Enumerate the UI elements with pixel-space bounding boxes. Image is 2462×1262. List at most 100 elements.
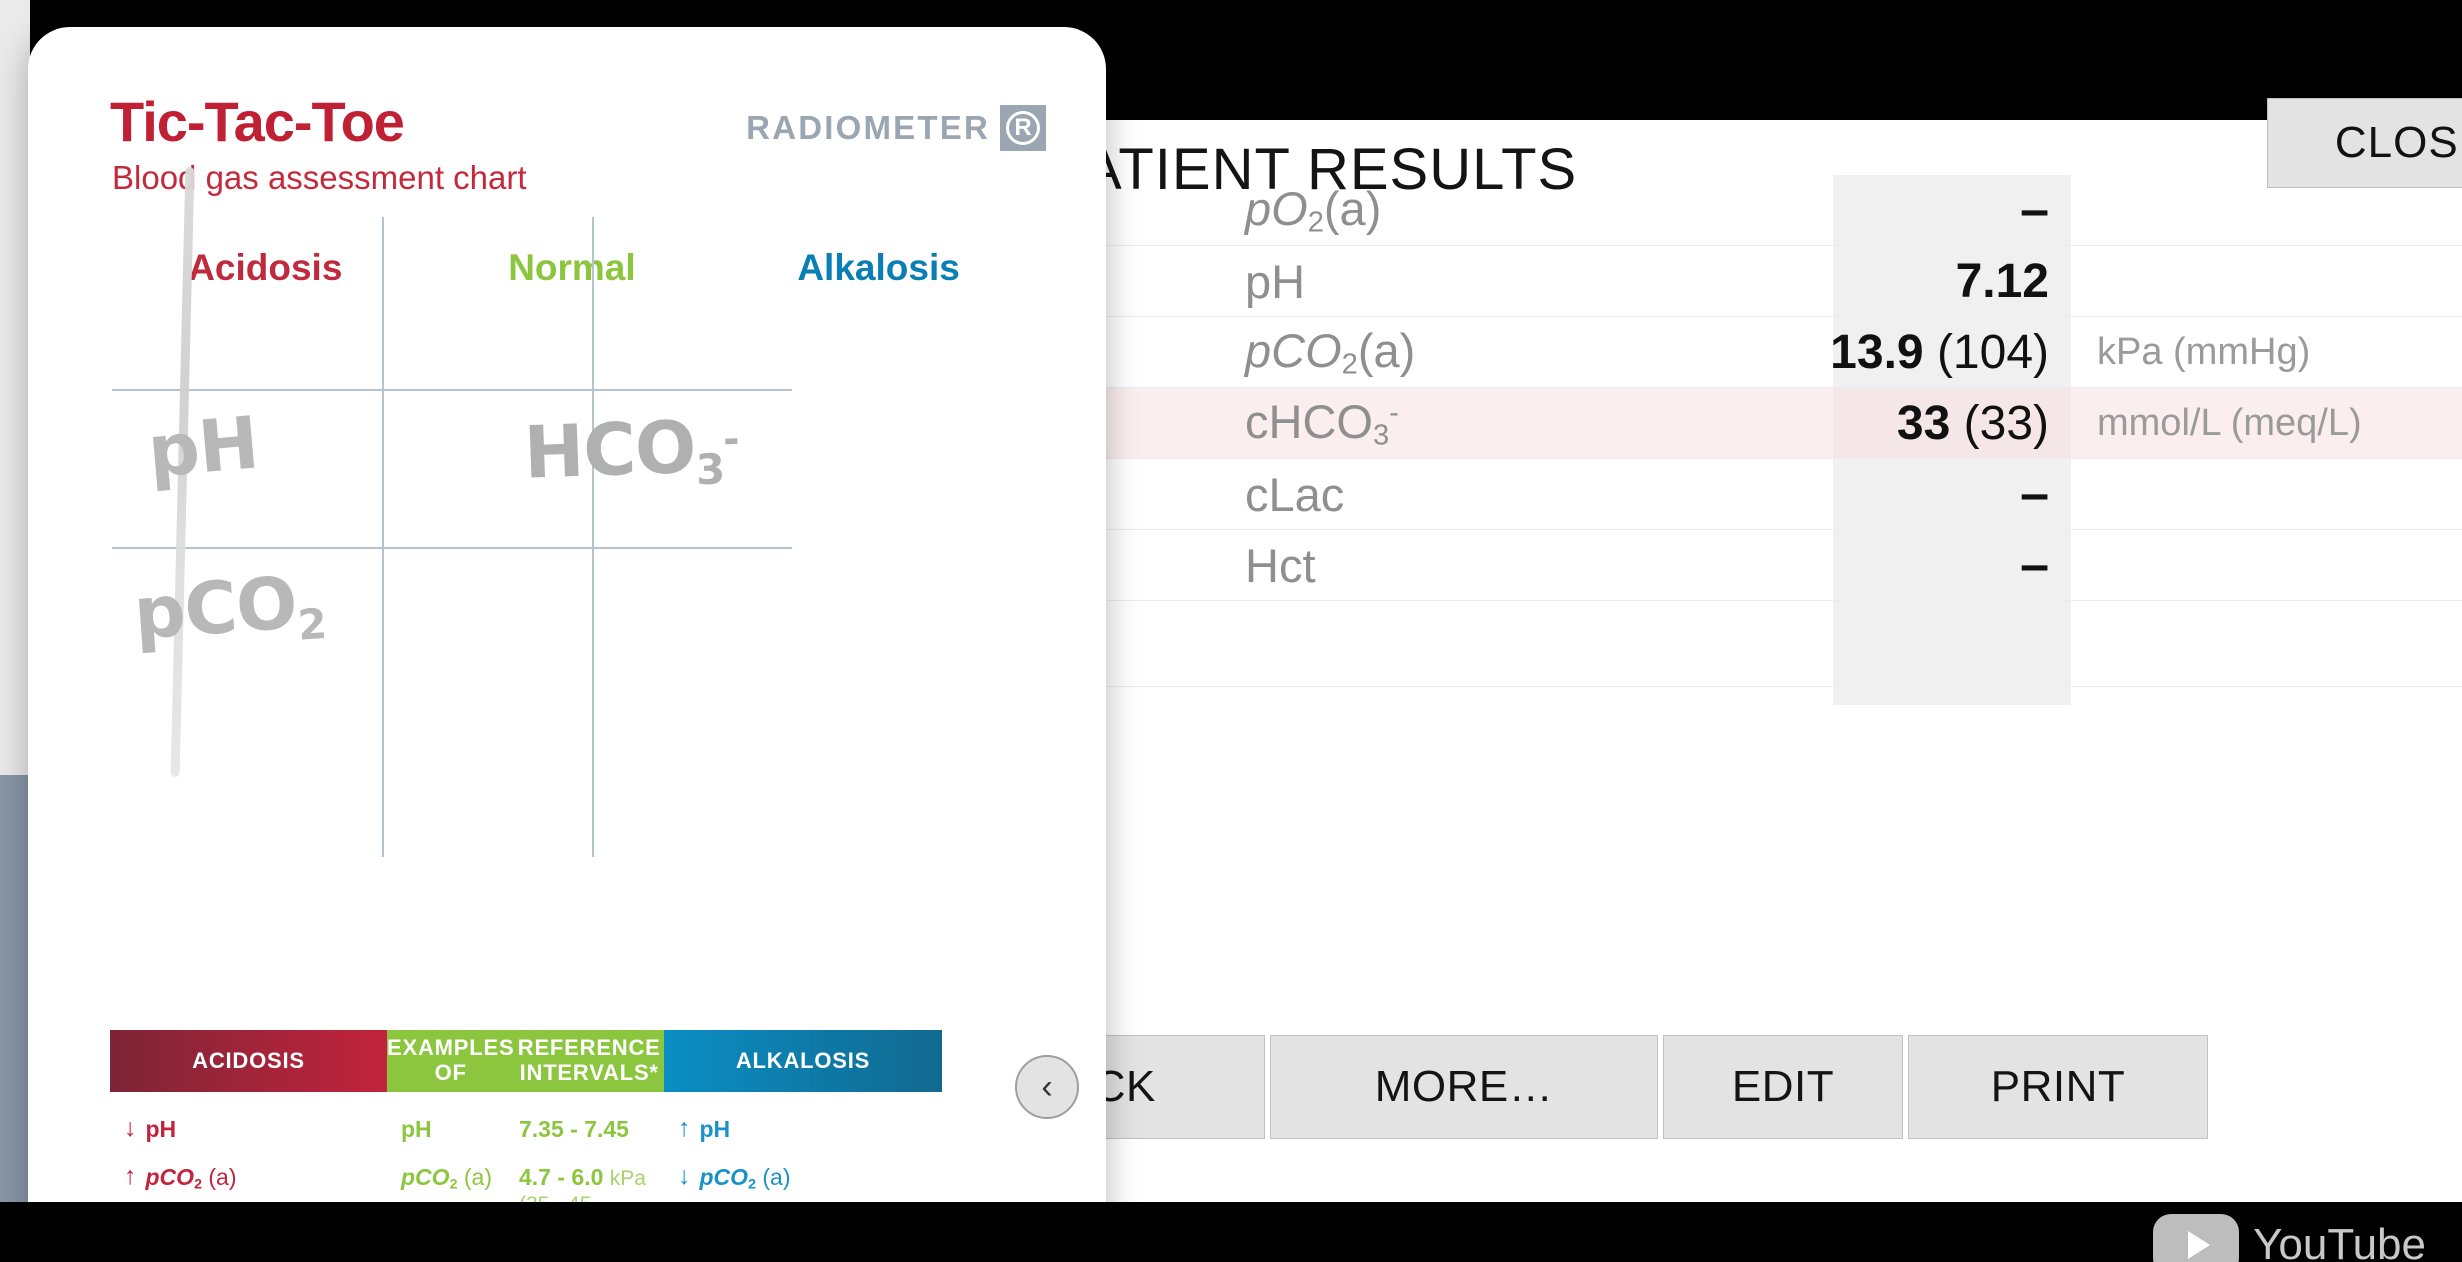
handwriting-hco3: HCO3- (523, 403, 741, 500)
row-label-clac: cLac (1245, 467, 1345, 521)
legend-reference-name: pCO2 (a) (401, 1164, 505, 1193)
row-label-ph: pH (1245, 254, 1306, 308)
legend-item-sub: 2 (748, 1176, 756, 1193)
row-value-pco2-main: 13.9 (1830, 325, 1924, 379)
screen-root: ATIENT RESULTS CLOSE pO2(a) – pH 7.12 pC… (0, 0, 2462, 1262)
legend-reference-name: pH (401, 1116, 432, 1142)
arrow-up-icon: ↑ (678, 1114, 691, 1142)
more-button[interactable]: MORE… (1270, 1035, 1658, 1139)
arrow-down-icon: ↓ (678, 1162, 691, 1190)
row-label-chco3-sup: - (1389, 396, 1399, 429)
legend-header-alkalosis: ALKALOSIS (664, 1030, 942, 1092)
row-value-chco3: 33 (33) (1833, 388, 2071, 458)
results-table: pO2(a) – pH 7.12 pCO2(a) 13.9 (104) kPa … (1103, 175, 2462, 705)
chevron-left-icon[interactable]: ‹ (1015, 1055, 1079, 1119)
row-label-po2-text: pO (1245, 181, 1308, 235)
grid-header-normal: Normal (508, 247, 636, 288)
arrow-down-icon: ↓ (124, 1114, 137, 1142)
registered-r-icon: R (1000, 105, 1046, 151)
arrow-up-icon: ↑ (124, 1162, 137, 1190)
legend-item-main: pCO (145, 1164, 195, 1190)
row-unit-chco3: mmol/L (meq/L) (2097, 401, 2362, 444)
registered-r-glyph: R (1006, 111, 1040, 145)
legend-reference-name-main: pCO (401, 1164, 450, 1190)
row-label-pco2-text: pCO (1245, 323, 1342, 377)
legend-reference-range: 7.35 - 7.45 (519, 1116, 629, 1142)
grid-horizontal-line-2 (112, 547, 792, 549)
legend-item-tail: (a) (208, 1164, 237, 1190)
row-value-chco3-paren: (33) (1963, 396, 2049, 450)
row-value-hct: – (2020, 536, 2049, 594)
row-label-chco3-text: cHCO (1245, 394, 1373, 448)
row-unit-pco2: kPa (mmHg) (2097, 330, 2311, 373)
row-label-pco2-tail: (a) (1357, 323, 1416, 377)
legend-item-main: pCO (699, 1164, 749, 1190)
row-value-pco2-paren: (104) (1936, 325, 2049, 379)
row-label-po2-tail: (a) (1323, 181, 1382, 235)
grid-header-alkalosis: Alkalosis (797, 247, 960, 288)
table-row[interactable]: cHCO3- 33 (33) mmol/L (meq/L) (1103, 388, 2462, 459)
brand-wordmark: RADIOMETER (746, 109, 990, 146)
row-value-ph: 7.12 (1955, 254, 2049, 308)
table-row[interactable]: pO2(a) – (1103, 175, 2462, 246)
analyzer-screen: ATIENT RESULTS CLOSE pO2(a) – pH 7.12 pC… (925, 98, 2462, 1202)
legend-reference-row: pH 7.35 - 7.45 (401, 1116, 629, 1143)
top-letterbox (0, 0, 2462, 18)
table-row-empty (1103, 601, 2462, 687)
table-row[interactable]: pCO2(a) 13.9 (104) kPa (mmHg) (1103, 317, 2462, 388)
bottom-letterbox: YouTube (0, 1202, 2462, 1262)
row-value-empty (1833, 601, 2071, 686)
row-value-clac: – (2020, 465, 2049, 523)
handwriting-pco2-sub: 2 (296, 598, 328, 650)
handwriting-hco3-sup: - (722, 416, 740, 463)
legend-reference-unit: kPa (609, 1167, 646, 1190)
legend-item-label: pH (699, 1116, 731, 1142)
row-label-chco3: cHCO3- (1103, 394, 1833, 452)
row-value-chco3-main: 33 (1896, 396, 1951, 450)
youtube-play-icon (2153, 1214, 2240, 1262)
tic-tac-toe-grid: Acidosis Normal Alkalosis pH pCO2 HCO3- (112, 166, 1032, 857)
legend-reference-range-value: 4.7 - 6.0 (519, 1164, 604, 1190)
tic-tac-toe-card: Tic-Tac-Toe Blood gas assessment chart R… (28, 27, 1106, 1262)
legend-reference-range: 4.7 - 6.0 kPa (519, 1164, 646, 1193)
handwriting-hco3-main: HCO (522, 404, 697, 495)
legend-item-label: pCO2 (a) (146, 1164, 237, 1193)
card-subtitle: Blood gas assessment chart (112, 159, 527, 196)
row-label-pco2-sub: 2 (1341, 348, 1358, 381)
legend-reference-name-sub: 2 (449, 1176, 458, 1193)
table-row[interactable]: pH 7.12 (1103, 246, 2462, 317)
row-label-chco3-sub: 3 (1372, 419, 1390, 452)
print-button[interactable]: PRINT (1908, 1035, 2208, 1139)
grid-vertical-line-1 (382, 217, 384, 857)
youtube-watermark: YouTube (2153, 1214, 2426, 1262)
row-value-pco2: 13.9 (104) (1830, 317, 2071, 387)
grid-vertical-line-2 (592, 217, 594, 857)
legend-header-reference-line1: EXAMPLES OF (387, 1035, 515, 1085)
legend-reference-name-tail: (a) (463, 1164, 493, 1190)
row-value-po2: – (2020, 181, 2049, 239)
handwriting-pco2-main: pCO (131, 560, 300, 656)
row-label-pco2: pCO2(a) (1103, 323, 1833, 381)
edit-button[interactable]: EDIT (1663, 1035, 1903, 1139)
table-row[interactable]: Hct – (1103, 530, 2462, 601)
legend-item-tail: (a) (762, 1164, 791, 1190)
row-label-po2: pO2(a) (1103, 181, 1833, 239)
legend-header-reference: EXAMPLES OF REFERENCE INTERVALS* (387, 1030, 664, 1092)
legend-item-sub: 2 (194, 1176, 202, 1193)
play-triangle-icon (2187, 1231, 2210, 1259)
row-label-hct: Hct (1245, 538, 1316, 592)
legend-header-row: ACIDOSIS EXAMPLES OF REFERENCE INTERVALS… (110, 1030, 942, 1092)
left-gutter-blue (0, 775, 30, 1262)
youtube-watermark-label: YouTube (2253, 1220, 2426, 1262)
legend-reference-item: pH 7.35 - 7.45 (401, 1116, 664, 1164)
row-label-po2-sub: 2 (1307, 206, 1324, 239)
grid-header-acidosis: Acidosis (188, 247, 343, 288)
left-gutter-light (0, 0, 30, 775)
legend-item-label: pH (145, 1116, 177, 1142)
handwriting-ph: pH (144, 400, 262, 494)
legend-header-reference-line2: REFERENCE INTERVALS* (517, 1035, 661, 1085)
table-row[interactable]: cLac – (1103, 459, 2462, 530)
radiometer-logo: RADIOMETER R (746, 105, 1046, 151)
legend-header-acidosis: ACIDOSIS (110, 1030, 387, 1092)
legend-item: ↓ pH (124, 1116, 387, 1164)
